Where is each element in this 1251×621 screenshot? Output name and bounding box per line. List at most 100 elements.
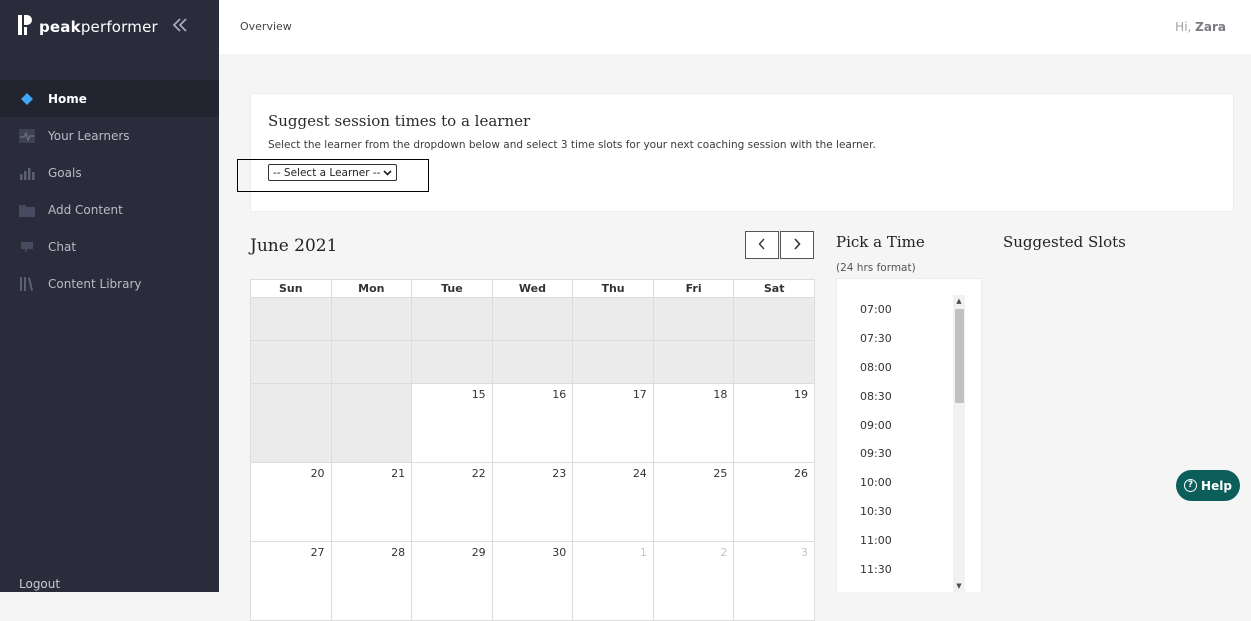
next-month-button[interactable] xyxy=(780,231,814,259)
time-option[interactable]: 09:00 xyxy=(860,412,892,441)
calendar-day[interactable]: 23 xyxy=(491,462,574,542)
calendar-day-next-month: 1 xyxy=(572,541,654,621)
brand-logo[interactable]: peakperformer xyxy=(18,14,158,40)
calendar-day[interactable]: 30 xyxy=(491,541,574,621)
sidebar-item-content-library[interactable]: Content Library xyxy=(0,265,219,302)
calendar-day-disabled xyxy=(250,383,332,463)
sidebar-nav: Home Your Learners Goals Add Content Cha… xyxy=(0,80,219,302)
sidebar-item-label: Content Library xyxy=(48,276,142,291)
calendar-month-title: June 2021 xyxy=(250,236,338,256)
logout-link[interactable]: Logout xyxy=(19,577,60,591)
weekday-header: Mon xyxy=(330,279,413,298)
prev-month-button[interactable] xyxy=(745,231,779,259)
calendar-day[interactable]: 19 xyxy=(733,383,815,463)
weekday-header: Sat xyxy=(733,279,815,298)
diamond-icon xyxy=(19,91,35,107)
scroll-up-arrow-icon[interactable]: ▲ xyxy=(953,295,965,307)
pick-time-subtitle: (24 hrs format) xyxy=(836,262,916,274)
time-option[interactable]: 08:00 xyxy=(860,354,892,383)
learner-select[interactable]: -- Select a Learner -- xyxy=(268,164,397,181)
sidebar-item-home[interactable]: Home xyxy=(0,80,219,117)
time-option[interactable]: 11:30 xyxy=(860,556,892,585)
calendar-day-disabled xyxy=(652,340,735,384)
calendar-nav xyxy=(745,231,814,259)
calendar-day[interactable]: 18 xyxy=(652,383,735,463)
activity-chart-icon xyxy=(19,128,35,144)
calendar-day[interactable]: 22 xyxy=(411,462,493,542)
calendar-day-disabled xyxy=(733,340,815,384)
bar-chart-icon xyxy=(19,165,35,181)
calendar-day[interactable]: 26 xyxy=(733,462,815,542)
card-title: Suggest session times to a learner xyxy=(268,112,531,130)
time-option[interactable]: 07:00 xyxy=(860,296,892,325)
help-label: Help xyxy=(1201,478,1232,493)
calendar-day-disabled xyxy=(411,340,493,384)
calendar-day[interactable]: 25 xyxy=(652,462,735,542)
calendar-day-disabled xyxy=(491,340,574,384)
sidebar-item-label: Add Content xyxy=(48,202,123,217)
calendar-day[interactable]: 27 xyxy=(250,541,332,621)
weekday-header: Wed xyxy=(491,279,574,298)
help-button[interactable]: ? Help xyxy=(1176,470,1240,501)
calendar-day[interactable]: 29 xyxy=(411,541,493,621)
calendar-day[interactable]: 17 xyxy=(572,383,654,463)
calendar-day[interactable]: 16 xyxy=(491,383,574,463)
learner-select-value: -- Select a Learner -- xyxy=(273,166,381,179)
calendar-day-disabled xyxy=(411,297,493,341)
calendar-day[interactable]: 24 xyxy=(572,462,654,542)
calendar-day[interactable]: 15 xyxy=(411,383,493,463)
chevron-left-icon xyxy=(758,236,766,254)
breadcrumb: Overview xyxy=(240,20,292,33)
chevron-right-icon xyxy=(793,236,801,254)
calendar-day-disabled xyxy=(733,297,815,341)
time-option[interactable]: 10:00 xyxy=(860,469,892,498)
weekday-header: Sun xyxy=(250,279,332,298)
sidebar-item-chat[interactable]: Chat xyxy=(0,228,219,265)
calendar-day-disabled xyxy=(250,297,332,341)
calendar-day[interactable]: 28 xyxy=(330,541,413,621)
chat-icon xyxy=(19,239,35,255)
calendar-day-disabled xyxy=(330,383,413,463)
calendar-day-disabled xyxy=(250,340,332,384)
time-list: 07:00 07:30 08:00 08:30 09:00 09:30 10:0… xyxy=(860,296,892,585)
calendar-day[interactable]: 20 xyxy=(250,462,332,542)
calendar-day-disabled xyxy=(330,297,413,341)
logo-mark-icon xyxy=(18,15,32,39)
time-option[interactable]: 08:30 xyxy=(860,383,892,412)
sidebar: peakperformer Home Your Learners Goals A… xyxy=(0,0,219,592)
card-description: Select the learner from the dropdown bel… xyxy=(268,139,876,151)
sidebar-item-label: Home xyxy=(48,91,87,106)
chevron-down-icon xyxy=(383,167,392,179)
collapse-sidebar-icon[interactable] xyxy=(169,17,191,37)
sidebar-item-your-learners[interactable]: Your Learners xyxy=(0,117,219,154)
time-option[interactable]: 11:00 xyxy=(860,527,892,556)
calendar-day-disabled xyxy=(491,297,574,341)
library-icon xyxy=(19,276,35,292)
time-option[interactable]: 10:30 xyxy=(860,498,892,527)
scroll-down-arrow-icon[interactable]: ▼ xyxy=(953,580,965,592)
sidebar-item-goals[interactable]: Goals xyxy=(0,154,219,191)
calendar-day-disabled xyxy=(572,297,654,341)
calendar-day-next-month: 2 xyxy=(652,541,735,621)
sidebar-item-label: Your Learners xyxy=(48,128,130,143)
sidebar-item-label: Goals xyxy=(48,165,82,180)
folder-icon xyxy=(19,202,35,218)
question-mark-icon: ? xyxy=(1184,479,1198,492)
time-list-scrollbar[interactable]: ▲ ▼ xyxy=(953,295,965,592)
weekday-header: Tue xyxy=(411,279,493,298)
calendar-day-next-month: 3 xyxy=(733,541,815,621)
calendar-day[interactable]: 21 xyxy=(330,462,413,542)
sidebar-item-label: Chat xyxy=(48,239,77,254)
calendar-day-disabled xyxy=(330,340,413,384)
calendar-grid: Sun Mon Tue Wed Thu Fri Sat 15 16 17 18 … xyxy=(250,279,815,621)
time-option[interactable]: 09:30 xyxy=(860,440,892,469)
suggested-slots-title: Suggested Slots xyxy=(1003,233,1126,251)
user-greeting[interactable]: Hi, Zara xyxy=(1175,20,1226,34)
sidebar-item-add-content[interactable]: Add Content xyxy=(0,191,219,228)
top-bar: Overview Hi, Zara xyxy=(219,0,1251,54)
weekday-header: Thu xyxy=(572,279,654,298)
scrollbar-thumb[interactable] xyxy=(955,309,964,403)
suggest-session-card: Suggest session times to a learner Selec… xyxy=(250,93,1234,212)
brand-name: peakperformer xyxy=(39,18,158,36)
time-option[interactable]: 07:30 xyxy=(860,325,892,354)
